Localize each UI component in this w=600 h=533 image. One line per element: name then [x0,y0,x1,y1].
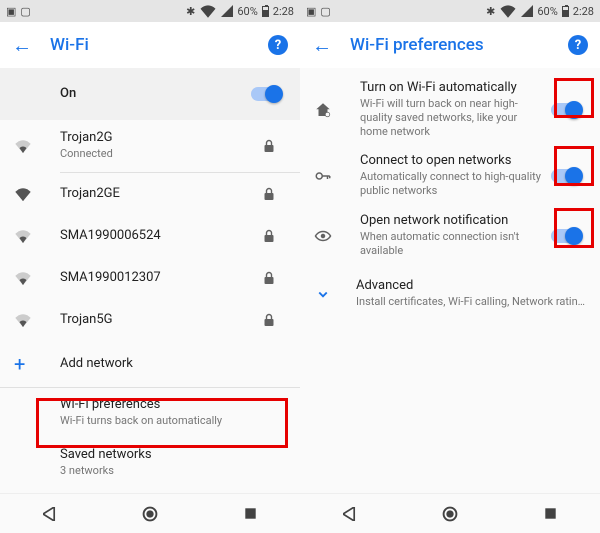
pref-notif-switch[interactable] [551,229,581,243]
nav-recent-icon[interactable] [241,505,259,523]
notif-icon: ▣ [306,5,316,18]
lock-icon [252,271,286,285]
wifi-preferences-label: Wi-Fi preferences [60,397,286,414]
notif-icon2: ▢ [320,5,330,18]
network-row[interactable]: Trojan2G Connected [0,120,300,172]
battery-icon [562,6,569,17]
pref-auto-wifi-sub: Wi-Fi will turn back on near high-qualit… [360,97,546,140]
wifi-status-icon [499,4,517,18]
plus-icon: + [14,352,25,376]
saved-networks-row[interactable]: Saved networks 3 networks [0,438,300,488]
help-icon[interactable]: ? [268,35,288,55]
lock-icon [252,229,286,243]
saved-networks-sub: 3 networks [60,464,286,478]
nav-bar [0,493,300,533]
lock-icon [252,139,286,153]
network-ssid: SMA1990006524 [60,228,252,245]
signal-icon [521,5,533,17]
nav-back-icon[interactable] [41,505,59,523]
pref-auto-wifi-row[interactable]: Turn on Wi-Fi automatically Wi-Fi will t… [300,74,600,146]
status-bar: ▣ ▢ ✱ 60% 2:28 [0,0,300,22]
info-icon [314,227,360,245]
network-row[interactable]: Trojan2GE [0,173,300,215]
pref-auto-wifi-label: Turn on Wi-Fi automatically [360,80,546,97]
clock: 2:28 [573,5,594,18]
battery-pct: 60% [537,5,557,18]
wifi-master-switch[interactable] [251,87,281,101]
pref-open-net-label: Connect to open networks [360,153,546,170]
wifi-preferences-row[interactable]: Wi-Fi preferences Wi-Fi turns back on au… [0,388,300,438]
lock-icon [252,313,286,327]
pref-notif-row[interactable]: Open network notification When automatic… [300,206,600,266]
wifi-status-icon [199,4,217,18]
pref-advanced-row[interactable]: Advanced Install certificates, Wi-Fi cal… [300,266,600,322]
network-ssid: SMA1990012307 [60,270,252,287]
phone-right: ▣ ▢ ✱ 60% 2:28 ← Wi-Fi preferences ? T [300,0,600,533]
bluetooth-icon: ✱ [486,5,495,18]
wifi-icon [14,139,60,153]
wifi-icon [14,229,60,243]
app-bar: ← Wi-Fi preferences ? [300,22,600,68]
wifi-preferences-sub: Wi-Fi turns back on automatically [60,414,286,428]
network-ssid: Trojan5G [60,312,252,329]
back-icon[interactable]: ← [12,33,32,58]
network-ssid: Trojan2GE [60,186,252,203]
wifi-icon [14,271,60,285]
bluetooth-icon: ✱ [186,5,195,18]
wifi-master-label: On [60,86,246,103]
signal-icon [221,5,233,17]
battery-icon [262,6,269,17]
nav-bar [300,493,600,533]
content: On Trojan2G Connected Trojan2GE [0,68,300,493]
nav-home-icon[interactable] [141,505,159,523]
help-icon[interactable]: ? [568,35,588,55]
chevron-down-icon [314,285,356,303]
wifi-icon [14,313,60,327]
battery-pct: 60% [237,5,257,18]
network-ssid: Trojan2G [60,130,252,147]
pref-advanced-sub: Install certificates, Wi-Fi calling, Net… [356,295,586,309]
lock-icon [252,187,286,201]
phone-left: ▣ ▢ ✱ 60% 2:28 ← Wi-Fi ? On [0,0,300,533]
clock: 2:28 [273,5,294,18]
page-title: Wi-Fi preferences [350,35,550,55]
pref-open-net-row[interactable]: Connect to open networks Automatically c… [300,146,600,206]
nav-recent-icon[interactable] [541,505,559,523]
network-status: Connected [60,147,252,161]
network-row[interactable]: SMA1990012307 [0,257,300,299]
pref-open-net-switch[interactable] [551,169,581,183]
wifi-master-row[interactable]: On [0,68,300,120]
key-icon [314,167,360,185]
content: Turn on Wi-Fi automatically Wi-Fi will t… [300,68,600,493]
notif-icon2: ▢ [20,5,30,18]
page-title: Wi-Fi [50,35,250,55]
app-bar: ← Wi-Fi ? [0,22,300,68]
wifi-icon [14,187,60,201]
pref-auto-wifi-switch[interactable] [551,103,581,117]
pref-advanced-label: Advanced [356,278,586,295]
pref-notif-sub: When automatic connection isn't availabl… [360,230,546,259]
add-network-label: Add network [60,356,252,373]
nav-home-icon[interactable] [441,505,459,523]
nav-back-icon[interactable] [341,505,359,523]
pref-notif-label: Open network notification [360,213,546,230]
status-bar: ▣ ▢ ✱ 60% 2:28 [300,0,600,22]
saved-networks-label: Saved networks [60,447,286,464]
back-icon[interactable]: ← [312,33,332,58]
notif-icon: ▣ [6,5,16,18]
add-network-row[interactable]: + Add network [0,341,300,387]
network-row[interactable]: SMA1990006524 [0,215,300,257]
pref-open-net-sub: Automatically connect to high-quality pu… [360,170,546,199]
network-row[interactable]: Trojan5G [0,299,300,341]
home-icon [314,101,360,119]
